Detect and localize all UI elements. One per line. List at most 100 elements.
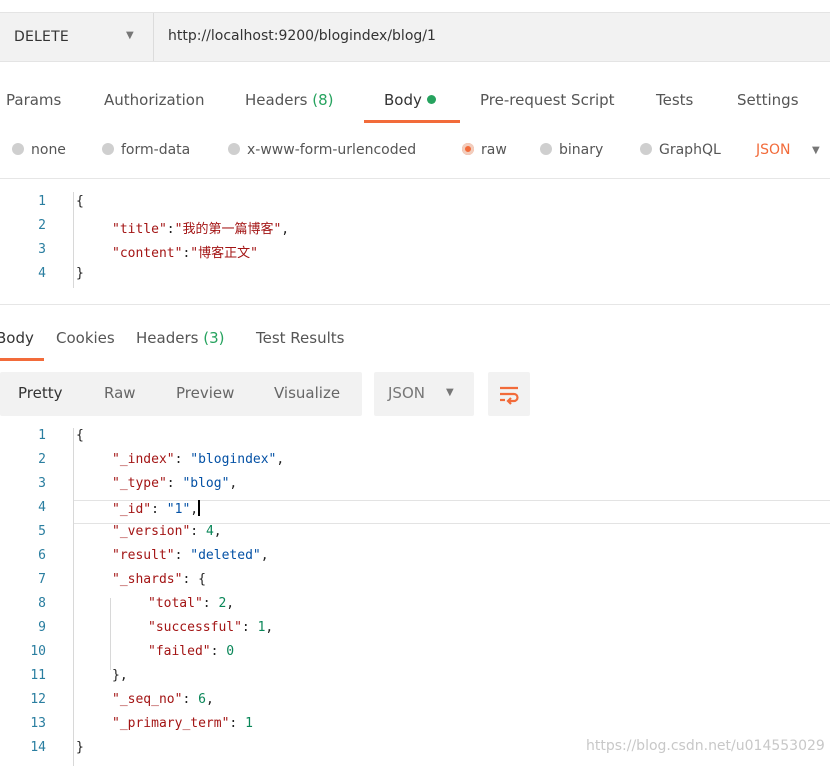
method-label: DELETE (14, 29, 69, 45)
view-raw-button[interactable]: Raw (104, 384, 136, 402)
radio-none-label: none (31, 142, 66, 158)
body-indicator-dot-icon (426, 95, 436, 104)
view-preview-button[interactable]: Preview (176, 384, 234, 402)
line-number: 2 (38, 452, 46, 467)
tab-response-headers[interactable]: Headers (3) (136, 329, 224, 347)
radio-icon (228, 143, 240, 155)
code-line: "result": "deleted", (112, 548, 269, 563)
line-number: 3 (38, 242, 46, 257)
radio-form-data[interactable]: form-data (102, 142, 190, 158)
code-line: "_seq_no": 6, (112, 692, 214, 707)
radio-urlencoded-label: x-www-form-urlencoded (247, 142, 417, 158)
tab-prerequest-script[interactable]: Pre-request Script (480, 91, 615, 109)
code-line: } (76, 740, 84, 755)
tab-test-results[interactable]: Test Results (256, 329, 344, 347)
code-line: "failed": 0 (148, 644, 235, 659)
line-number: 8 (38, 596, 46, 611)
code-line: { (76, 428, 84, 443)
line-number: 6 (38, 548, 46, 563)
request-tabs: Params Authorization Headers (8) Body Pr… (0, 80, 830, 124)
tab-authorization[interactable]: Authorization (104, 91, 204, 109)
text-cursor (198, 500, 201, 516)
response-format-label: JSON (388, 384, 425, 402)
radio-form-data-label: form-data (121, 142, 191, 158)
method-select[interactable]: DELETE ▼ (0, 13, 154, 61)
line-number: 11 (30, 668, 46, 683)
divider (0, 178, 830, 179)
radio-icon (640, 143, 652, 155)
response-tabs: Body Cookies Headers (3) Test Results (0, 318, 830, 362)
code-line: } (76, 266, 84, 281)
code-line: "_shards": { (112, 572, 206, 587)
code-line: "title":"我的第一篇博客", (112, 222, 290, 237)
chevron-down-icon: ▼ (446, 387, 454, 398)
line-number: 10 (30, 644, 46, 659)
wrap-lines-button[interactable] (488, 372, 530, 416)
body-type-options: none form-data x-www-form-urlencoded raw… (0, 136, 830, 166)
body-format-select[interactable]: JSON (756, 142, 791, 158)
radio-binary[interactable]: binary (540, 142, 603, 158)
radio-none[interactable]: none (12, 142, 66, 158)
radio-icon (12, 143, 24, 155)
radio-selected-icon (462, 143, 474, 155)
code-line: "_index": "blogindex", (112, 452, 285, 467)
code-line: "_version": 4, (112, 524, 222, 539)
response-headers-count-badge: (3) (203, 329, 225, 347)
code-line: "_primary_term": 1 (112, 716, 253, 731)
watermark: https://blog.csdn.net/u014553029 (586, 738, 825, 754)
tab-settings[interactable]: Settings (737, 91, 799, 109)
active-tab-indicator (0, 358, 44, 361)
line-number: 1 (38, 428, 46, 443)
view-visualize-button[interactable]: Visualize (274, 384, 340, 402)
line-number: 5 (38, 524, 46, 539)
wrap-lines-icon (500, 386, 519, 405)
line-number: 12 (30, 692, 46, 707)
tab-headers[interactable]: Headers (8) (245, 91, 333, 109)
response-body-viewer[interactable]: 1 { 2 "_index": "blogindex", 3 "_type": "bl… (0, 428, 830, 766)
line-number: 7 (38, 572, 46, 587)
code-line: "total": 2, (148, 596, 235, 611)
line-number: 9 (38, 620, 46, 635)
code-line: { (76, 194, 84, 209)
radio-graphql-label: GraphQL (659, 142, 721, 158)
response-format-select[interactable]: JSON ▼ (374, 372, 474, 416)
divider (0, 304, 830, 305)
code-line: }, (112, 668, 128, 683)
code-line: "content":"博客正文" (112, 246, 258, 261)
radio-icon (540, 143, 552, 155)
line-number: 1 (38, 194, 46, 209)
chevron-down-icon[interactable]: ▼ (812, 145, 820, 156)
line-number: 2 (38, 218, 46, 233)
tab-headers-label: Headers (245, 91, 308, 109)
radio-urlencoded[interactable]: x-www-form-urlencoded (228, 142, 416, 158)
tab-tests[interactable]: Tests (656, 91, 693, 109)
code-line: "_type": "blog", (112, 476, 238, 491)
tab-body[interactable]: Body (384, 91, 436, 109)
radio-raw-label: raw (481, 142, 507, 158)
line-number: 14 (30, 740, 46, 755)
radio-icon (102, 143, 114, 155)
request-url-bar: DELETE ▼ http://localhost:9200/blogindex… (0, 12, 830, 62)
radio-raw[interactable]: raw (462, 142, 507, 158)
line-number: 4 (38, 500, 46, 515)
active-tab-indicator (364, 120, 460, 123)
url-input[interactable]: http://localhost:9200/blogindex/blog/1 (168, 28, 436, 44)
view-pretty-button[interactable]: Pretty (18, 384, 63, 402)
line-number: 3 (38, 476, 46, 491)
response-view-bar: Pretty Raw Preview Visualize JSON ▼ (0, 372, 830, 416)
view-mode-group: Pretty Raw Preview Visualize (0, 372, 362, 416)
headers-count-badge: (8) (312, 91, 334, 109)
code-line: "_id": "1", (112, 500, 201, 517)
code-line: "successful": 1, (148, 620, 274, 635)
chevron-down-icon: ▼ (126, 30, 134, 41)
line-number: 13 (30, 716, 46, 731)
tab-params[interactable]: Params (6, 91, 61, 109)
tab-response-cookies[interactable]: Cookies (56, 329, 115, 347)
request-body-editor[interactable]: 1 { 2 "title":"我的第一篇博客", 3 "content":"博客正文"… (0, 192, 830, 292)
tab-body-label: Body (384, 91, 422, 109)
tab-response-body[interactable]: Body (0, 329, 34, 347)
radio-graphql[interactable]: GraphQL (640, 142, 721, 158)
line-number: 4 (38, 266, 46, 281)
radio-binary-label: binary (559, 142, 604, 158)
tab-response-headers-label: Headers (136, 329, 199, 347)
